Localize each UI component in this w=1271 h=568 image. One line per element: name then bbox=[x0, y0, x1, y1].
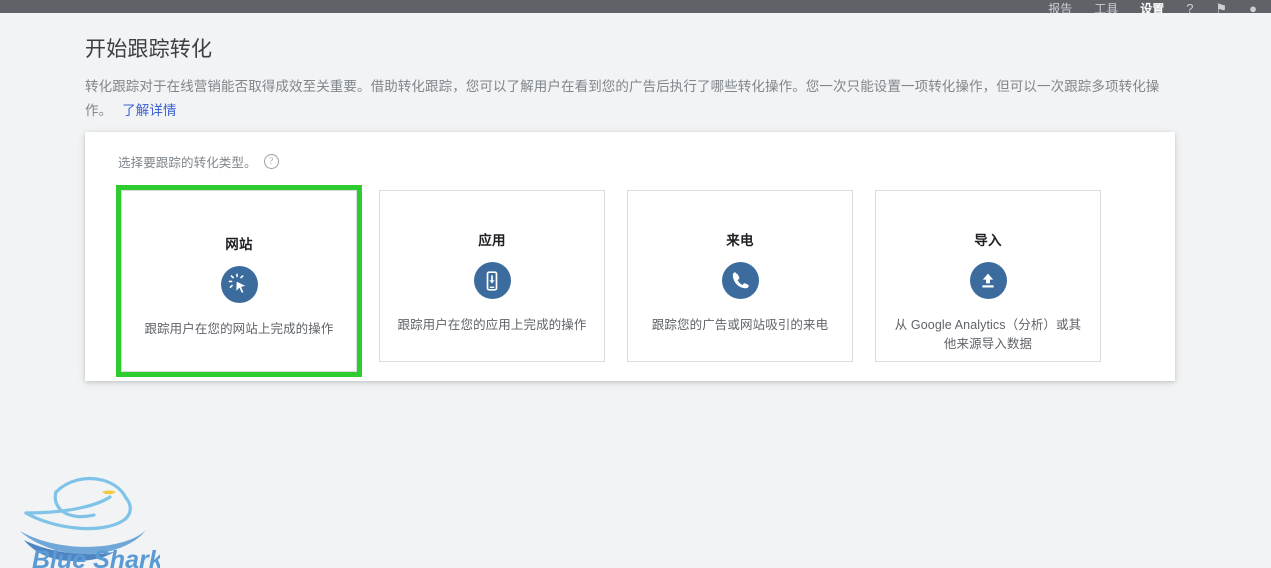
page-description-text: 转化跟踪对于在线营销能否取得成效至关重要。借助转化跟踪，您可以了解用户在看到您的… bbox=[85, 79, 1160, 118]
card-title: 网站 bbox=[225, 237, 253, 252]
upload-import-icon bbox=[969, 262, 1007, 299]
learn-more-link[interactable]: 了解详情 bbox=[122, 103, 176, 118]
account-icon[interactable]: ● bbox=[1249, 2, 1257, 14]
page-description: 转化跟踪对于在线营销能否取得成效至关重要。借助转化跟踪，您可以了解用户在看到您的… bbox=[85, 75, 1170, 123]
panel-label-row: 选择要跟踪的转化类型。 ? bbox=[118, 152, 279, 171]
conversion-type-card-import[interactable]: 导入 从 Google Analytics（分析）或其他来源导入数据 bbox=[875, 190, 1101, 362]
help-icon[interactable]: ? bbox=[1186, 2, 1193, 14]
conversion-type-panel: 选择要跟踪的转化类型。 ? 网站 跟踪用户在您的网站上完成的操作 应用 跟踪用户… bbox=[85, 132, 1175, 381]
panel-section-label: 选择要跟踪的转化类型。 bbox=[118, 156, 257, 170]
page-content: 开始跟踪转化 转化跟踪对于在线营销能否取得成效至关重要。借助转化跟踪，您可以了解… bbox=[0, 13, 1271, 568]
card-description: 跟踪用户在您的网站上完成的操作 bbox=[144, 322, 334, 336]
click-cursor-icon bbox=[220, 266, 258, 303]
top-nav-item-settings[interactable]: 设置 bbox=[1140, 2, 1164, 13]
card-wrapper-app[interactable]: 应用 跟踪用户在您的应用上完成的操作 bbox=[374, 185, 610, 377]
top-app-bar: 报告 工具 设置 ? ⚑ ● bbox=[0, 0, 1271, 13]
card-title: 来电 bbox=[726, 233, 754, 248]
conversion-type-card-calls[interactable]: 来电 跟踪您的广告或网站吸引的来电 bbox=[627, 190, 853, 362]
notifications-icon[interactable]: ⚑ bbox=[1215, 2, 1227, 14]
card-description: 从 Google Analytics（分析）或其他来源导入数据 bbox=[894, 318, 1082, 351]
conversion-type-card-app[interactable]: 应用 跟踪用户在您的应用上完成的操作 bbox=[379, 190, 605, 362]
top-navigation: 报告 工具 设置 ? ⚑ ● bbox=[1048, 0, 1257, 14]
conversion-type-card-list: 网站 跟踪用户在您的网站上完成的操作 应用 跟踪用户在您的应用上完成的操作 来电… bbox=[116, 185, 1106, 377]
page-title: 开始跟踪转化 bbox=[85, 38, 213, 61]
top-nav-item-reports[interactable]: 报告 bbox=[1048, 2, 1072, 13]
card-title: 应用 bbox=[478, 233, 506, 248]
mobile-app-download-icon bbox=[473, 262, 511, 299]
help-circle-icon[interactable]: ? bbox=[263, 154, 279, 169]
card-wrapper-website[interactable]: 网站 跟踪用户在您的网站上完成的操作 bbox=[116, 185, 362, 377]
card-description: 跟踪您的广告或网站吸引的来电 bbox=[651, 318, 829, 332]
card-title: 导入 bbox=[974, 233, 1002, 248]
brand-name: Blue Shark bbox=[32, 546, 160, 568]
card-description: 跟踪用户在您的应用上完成的操作 bbox=[397, 318, 587, 332]
brand-logo: Blue Shark bbox=[10, 468, 160, 568]
phone-call-icon bbox=[721, 262, 759, 299]
card-wrapper-calls[interactable]: 来电 跟踪您的广告或网站吸引的来电 bbox=[622, 185, 858, 377]
card-wrapper-import[interactable]: 导入 从 Google Analytics（分析）或其他来源导入数据 bbox=[870, 185, 1106, 377]
conversion-type-card-website[interactable]: 网站 跟踪用户在您的网站上完成的操作 bbox=[121, 190, 357, 372]
top-nav-item-tools[interactable]: 工具 bbox=[1094, 2, 1118, 13]
